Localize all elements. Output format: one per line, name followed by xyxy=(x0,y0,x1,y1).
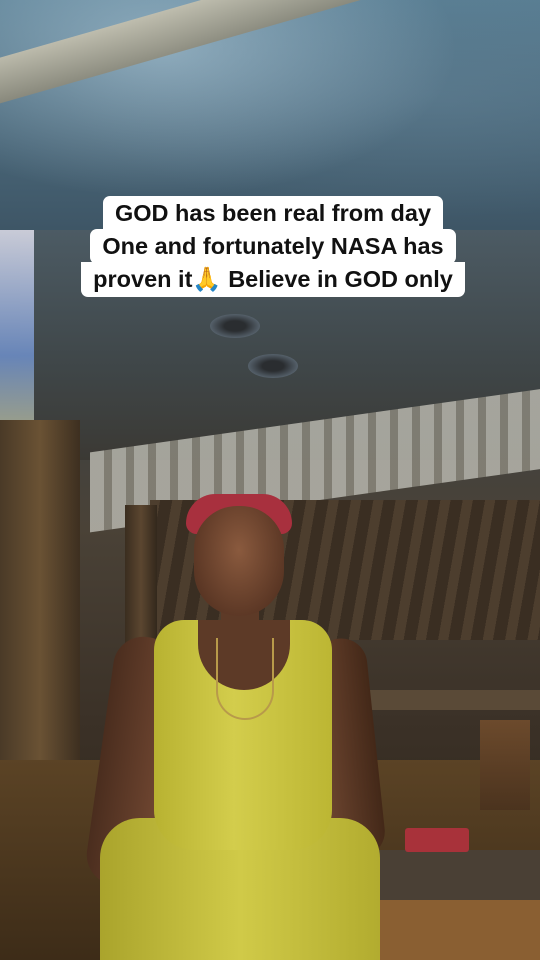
necklace xyxy=(216,638,274,720)
head xyxy=(194,506,284,616)
caption-line: One and fortunately NASA has xyxy=(90,229,456,264)
caption-line: proven it🙏 Believe in GOD only xyxy=(81,262,465,297)
red-crate xyxy=(405,828,469,852)
caption-overlay: GOD has been real from day One and fortu… xyxy=(50,196,496,297)
ceiling-light xyxy=(248,354,298,378)
wooden-box xyxy=(480,720,530,810)
shelf xyxy=(370,690,540,710)
person xyxy=(82,488,390,960)
video-frame: GOD has been real from day One and fortu… xyxy=(0,0,540,960)
ceiling-light xyxy=(210,314,260,338)
caption-line: GOD has been real from day xyxy=(102,196,444,231)
